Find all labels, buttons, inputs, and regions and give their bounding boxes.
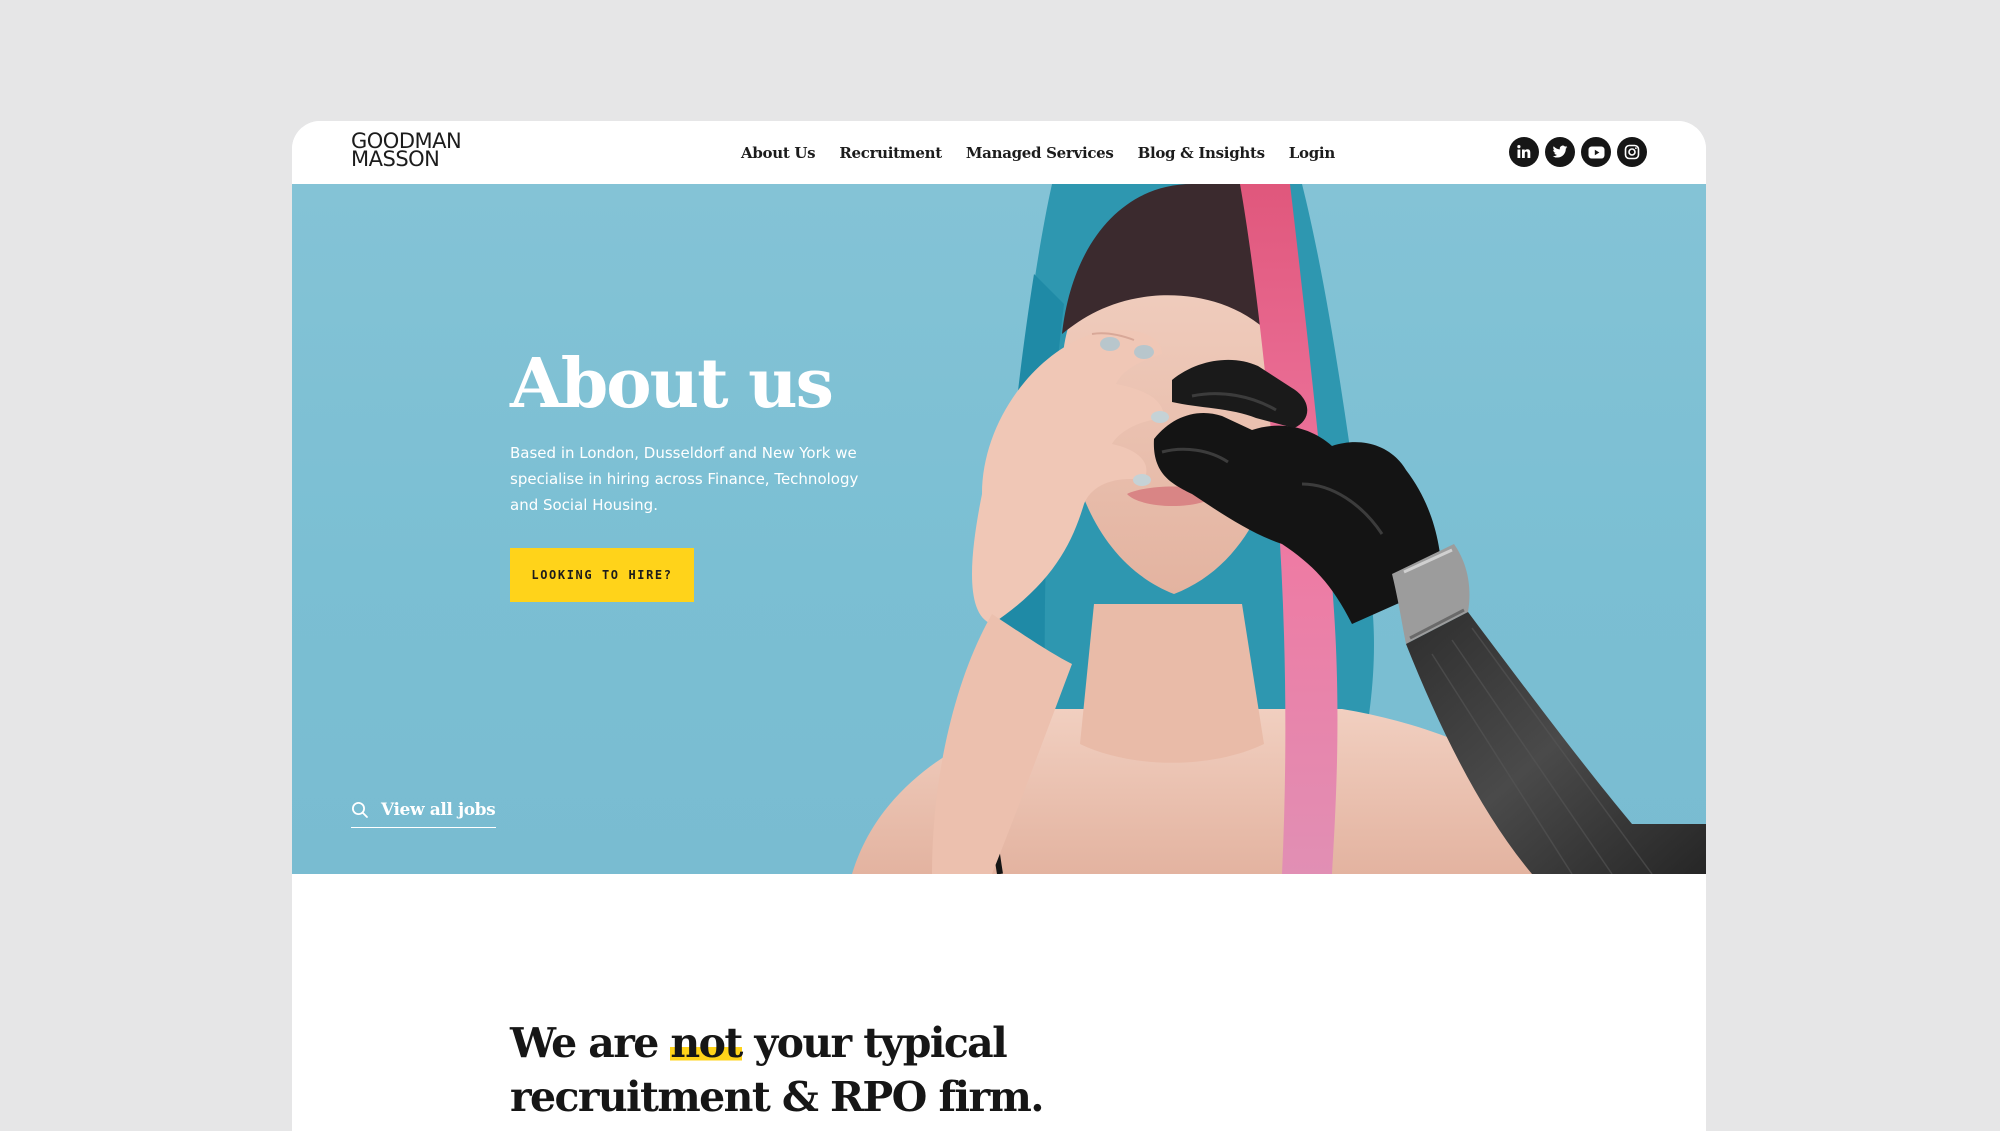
- site-header: GOODMAN MASSON About Us Recruitment Mana…: [292, 121, 1706, 184]
- view-all-jobs-label: View all jobs: [381, 799, 496, 820]
- intro-text-before: We are: [510, 1019, 671, 1067]
- nav-managed-services[interactable]: Managed Services: [966, 144, 1114, 162]
- nav-blog-insights[interactable]: Blog & Insights: [1138, 144, 1266, 162]
- youtube-icon: [1588, 146, 1604, 158]
- linkedin-icon: [1517, 145, 1531, 158]
- instagram-icon: [1624, 144, 1640, 160]
- twitter-button[interactable]: [1545, 137, 1575, 167]
- looking-to-hire-button[interactable]: LOOKING TO HIRE?: [510, 548, 694, 602]
- browser-frame: GOODMAN MASSON About Us Recruitment Mana…: [292, 121, 1706, 1131]
- twitter-icon: [1552, 145, 1568, 158]
- instagram-button[interactable]: [1617, 137, 1647, 167]
- intro-text-after: your typical: [741, 1019, 1007, 1067]
- youtube-button[interactable]: [1581, 137, 1611, 167]
- search-icon: [352, 801, 368, 818]
- intro-line-2: recruitment & RPO firm.: [510, 1073, 1045, 1121]
- logo[interactable]: GOODMAN MASSON: [351, 131, 471, 170]
- view-all-jobs-link[interactable]: View all jobs: [351, 798, 496, 828]
- intro-heading: We are not your typical recruitment & RP…: [510, 1016, 1210, 1124]
- hero-title: About us: [510, 344, 834, 424]
- main-nav: About Us Recruitment Managed Services Bl…: [741, 121, 1335, 184]
- intro-highlight: not: [670, 1019, 743, 1067]
- nav-recruitment[interactable]: Recruitment: [839, 144, 942, 162]
- nav-about-us[interactable]: About Us: [741, 144, 816, 162]
- hero-portrait-image: [852, 184, 1706, 874]
- hero-section: About us Based in London, Dusseldorf and…: [292, 184, 1706, 874]
- linkedin-button[interactable]: [1509, 137, 1539, 167]
- social-links: [1509, 137, 1647, 167]
- nav-login[interactable]: Login: [1289, 144, 1335, 162]
- hero-description: Based in London, Dusseldorf and New York…: [510, 444, 859, 514]
